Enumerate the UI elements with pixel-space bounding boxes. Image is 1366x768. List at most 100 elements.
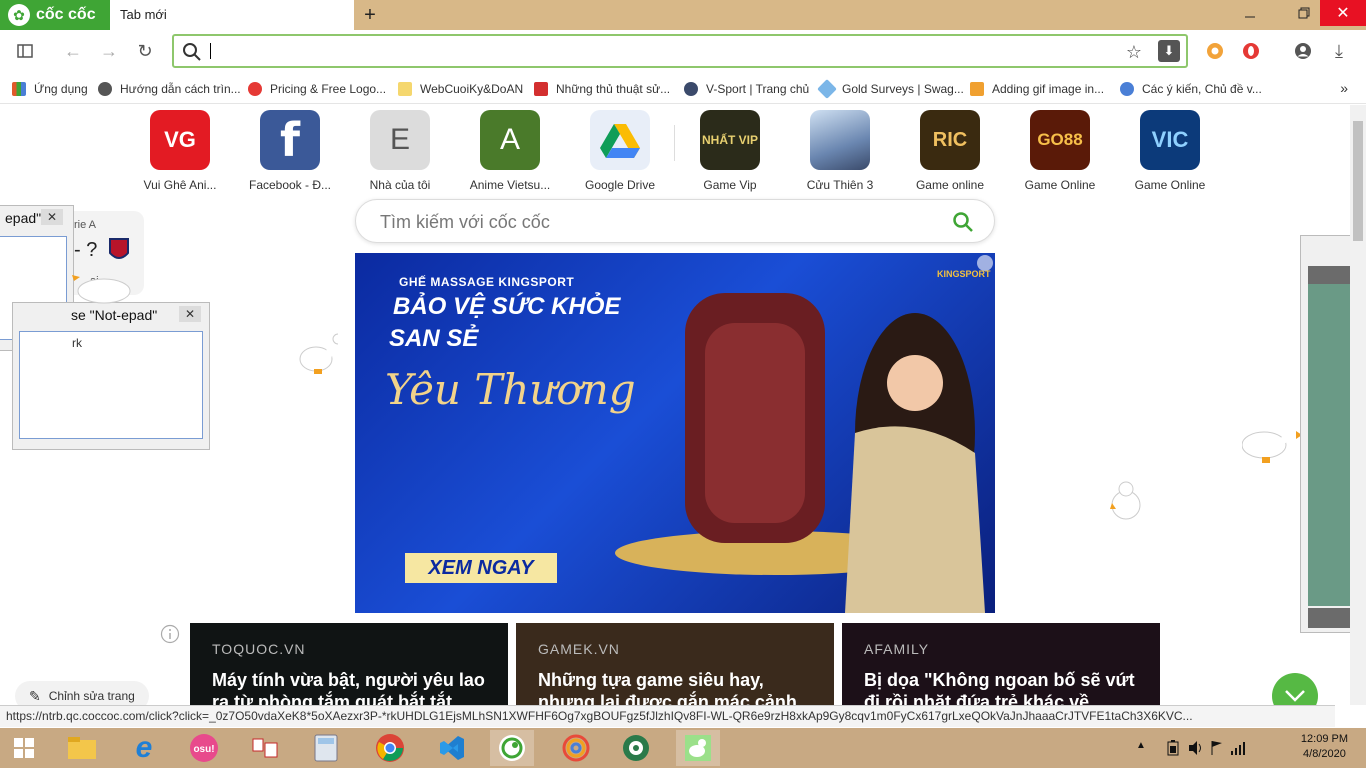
goose-icon[interactable] xyxy=(1242,425,1302,469)
speed-dial-label: Nhà của tôi xyxy=(369,178,431,192)
facebook-icon: f xyxy=(260,110,320,170)
reload-button[interactable]: ↻ xyxy=(130,36,160,66)
close-window-button[interactable]: ✕ xyxy=(1320,0,1366,26)
edit-page-label: Chỉnh sửa trang xyxy=(48,689,135,703)
scrollbar-thumb[interactable] xyxy=(1353,121,1363,241)
taskbar: e osu! ▲ 12:09 PM 4/8/2020 xyxy=(0,728,1366,768)
status-bar: https://ntrb.qc.coccoc.com/click?click=_… xyxy=(0,705,1335,727)
taskbar-android-studio[interactable] xyxy=(614,730,658,766)
coccoc-icon xyxy=(499,735,525,761)
speed-dial-game-online-vic[interactable]: VIC Game Online xyxy=(1120,110,1220,192)
bookmarks-overflow-icon[interactable]: » xyxy=(1340,80,1348,96)
bookmark-star-button[interactable]: ☆ xyxy=(1122,40,1146,64)
new-tab-button[interactable]: + xyxy=(358,3,382,27)
banner-cta-button[interactable]: XEM NGAY xyxy=(405,553,557,583)
edit-page-button[interactable]: ✎ Chỉnh sửa trang xyxy=(15,681,149,705)
speed-dial-vui-ghe-anime[interactable]: VG Vui Ghê Ani... xyxy=(130,110,230,192)
goose-icon[interactable] xyxy=(1106,479,1146,523)
goose-icon[interactable] xyxy=(72,271,132,315)
adblock-extension-button[interactable] xyxy=(1236,36,1266,66)
wifi-signal-icon[interactable] xyxy=(1230,740,1246,756)
coccoc-menu-button[interactable]: ✿ cốc cốc xyxy=(0,0,110,30)
taskbar-osu[interactable]: osu! xyxy=(182,730,226,766)
speed-dial-game-vip[interactable]: NHẤT VIP Game Vip xyxy=(680,110,780,192)
taskbar-chrome[interactable] xyxy=(368,730,412,766)
show-hidden-icons-button[interactable]: ▲ xyxy=(1136,740,1146,751)
bookmark-cac-y-kien[interactable]: Các ý kiến, Chủ đề v... xyxy=(1120,80,1262,98)
bookmark-webcuoiky[interactable]: WebCuoiKy&DoAN xyxy=(398,80,523,98)
ad-banner[interactable]: KINGSPORT GHẾ MASSAGE KINGSPORT BẢO VỆ S… xyxy=(355,253,995,613)
bookmark-apps[interactable]: Ứng dụng xyxy=(12,80,88,98)
sidebar-toggle-button[interactable] xyxy=(10,36,40,66)
clock-date: 4/8/2020 xyxy=(1303,748,1346,760)
notepad-window[interactable]: se "Not-epad" ✕ rk xyxy=(12,302,210,450)
forum-icon xyxy=(1120,82,1134,96)
clock[interactable]: 12:09 PM 4/8/2020 xyxy=(1301,732,1348,762)
chrome-like-extension-icon xyxy=(1207,43,1223,59)
taskbar-calculator[interactable] xyxy=(304,730,348,766)
search-icon[interactable] xyxy=(952,211,974,233)
bookmark-vsport[interactable]: V-Sport | Trang chủ xyxy=(684,80,809,98)
download-icon: ⬇ xyxy=(1163,43,1175,58)
t-site-icon xyxy=(534,82,548,96)
action-center-flag-icon[interactable] xyxy=(1210,740,1224,756)
bookmark-huong-dan[interactable]: Hướng dẫn cách trìn... xyxy=(98,80,241,98)
search-box[interactable]: Tìm kiếm với cốc cốc xyxy=(355,199,995,243)
speed-dial-cuu-thien-3[interactable]: Cửu Thiên 3 xyxy=(790,110,890,192)
forward-button[interactable]: → xyxy=(94,36,124,66)
apps-grid-icon xyxy=(12,82,26,96)
tab-strip: ✿ cốc cốc Tab mới + ✕ xyxy=(0,0,1366,30)
bookmark-gold-surveys[interactable]: Gold Surveys | Swag... xyxy=(817,79,964,99)
news-title: Những tựa game siêu hay, nhưng lại được … xyxy=(538,670,797,705)
tab-new-tab[interactable]: Tab mới xyxy=(110,0,354,30)
notepad-text-area[interactable]: rk xyxy=(19,331,203,439)
speed-dial-google-drive[interactable]: Google Drive xyxy=(570,110,670,192)
reload-icon: ↻ xyxy=(137,40,153,61)
download-arrow-icon: ⤓ xyxy=(1335,40,1343,61)
extension-button[interactable] xyxy=(1200,36,1230,66)
banner-headline-2: SAN SẺ xyxy=(389,325,479,352)
download-video-button[interactable]: ⬇ xyxy=(1158,40,1180,62)
bookmark-pricing[interactable]: Pricing & Free Logo... xyxy=(248,80,386,98)
taskbar-vscode[interactable] xyxy=(430,730,474,766)
notepad-close-button[interactable]: ✕ xyxy=(179,306,201,322)
restore-button[interactable] xyxy=(1290,0,1318,26)
news-card[interactable]: TOQUOC.VN Máy tính vừa bật, người yêu la… xyxy=(190,623,508,705)
bookmark-adding-gif[interactable]: Adding gif image in... xyxy=(970,80,1104,98)
brand-label: cốc cốc xyxy=(36,6,96,23)
profile-button[interactable] xyxy=(1288,36,1318,66)
speed-dial-facebook[interactable]: f Facebook - Đ... xyxy=(240,110,340,192)
speed-dial-game-online-ric[interactable]: RIC Game online xyxy=(900,110,1000,192)
volume-icon[interactable] xyxy=(1188,740,1204,756)
team-crest-icon xyxy=(109,238,129,259)
notepad-close-button[interactable]: ✕ xyxy=(41,209,63,225)
taskbar-internet-explorer[interactable]: e xyxy=(122,730,166,766)
partial-window[interactable] xyxy=(1300,235,1350,633)
start-button[interactable] xyxy=(2,730,46,766)
speed-dial-game-online-go88[interactable]: GO88 Game Online xyxy=(1010,110,1110,192)
taskbar-app-swirl[interactable] xyxy=(554,730,598,766)
vertical-scrollbar[interactable] xyxy=(1350,105,1366,705)
downloads-button[interactable]: ⤓ xyxy=(1324,36,1354,66)
info-icon[interactable] xyxy=(160,624,180,644)
taskbar-file-explorer[interactable] xyxy=(60,730,104,766)
bookmark-thu-thuat[interactable]: Những thủ thuật sử... xyxy=(534,80,670,98)
ie-logo-icon: e xyxy=(135,731,153,764)
back-button[interactable]: ← xyxy=(58,36,88,66)
news-card[interactable]: AFAMILY Bị dọa "Không ngoan bố sẽ vứt đi… xyxy=(842,623,1160,705)
restore-icon xyxy=(1298,7,1310,19)
battery-icon[interactable] xyxy=(1166,740,1180,756)
taskbar-desktop-goose[interactable] xyxy=(676,730,720,766)
news-card[interactable]: GAMEK.VN Những tựa game siêu hay, nhưng … xyxy=(516,623,834,705)
close-icon: ✕ xyxy=(184,307,196,321)
taskbar-coccoc[interactable] xyxy=(490,730,534,766)
speed-dial-nha-cua-toi[interactable]: E Nhà của tôi xyxy=(350,110,450,192)
news-source: TOQUOC.VN xyxy=(212,641,306,657)
speed-dial-anime-vietsub[interactable]: A Anime Vietsu... xyxy=(460,110,560,192)
minimize-button[interactable] xyxy=(1236,0,1264,26)
scroll-down-button[interactable] xyxy=(1272,673,1318,705)
speed-dial-label: Anime Vietsu... xyxy=(469,178,551,192)
goose-icon[interactable] xyxy=(298,331,338,375)
address-bar[interactable]: ☆ ⬇ xyxy=(172,34,1188,68)
taskbar-unikey[interactable] xyxy=(244,730,288,766)
